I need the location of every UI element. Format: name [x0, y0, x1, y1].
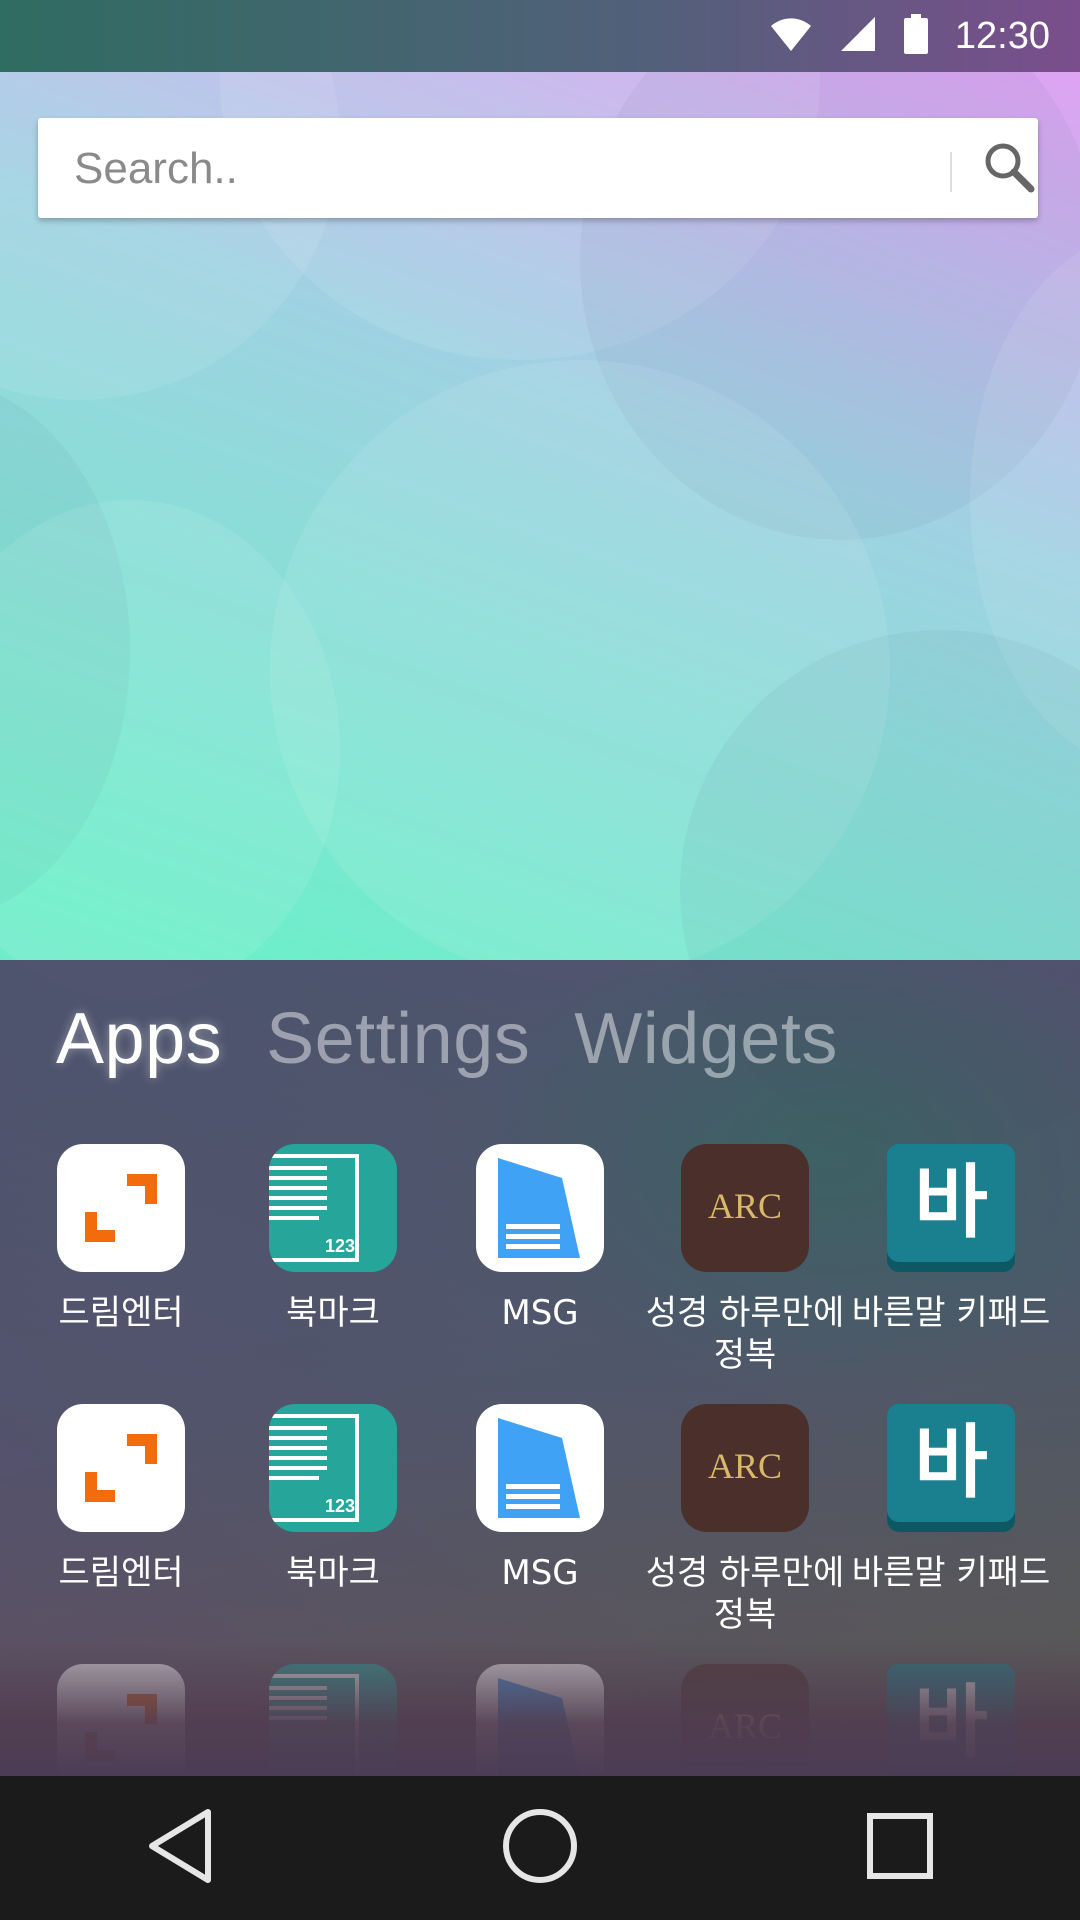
search-button[interactable] — [978, 138, 1038, 198]
signal-icon — [839, 15, 877, 57]
app-label: MSG — [501, 1293, 579, 1333]
back-button[interactable] — [120, 1788, 240, 1908]
search-bar[interactable] — [38, 118, 1038, 218]
arc-icon: ARC — [681, 1144, 809, 1272]
app-label: 북마크 — [286, 1293, 380, 1333]
bookmark-icon: 123 — [269, 1144, 397, 1272]
arc-icon: ARC — [681, 1664, 809, 1776]
search-divider — [950, 152, 952, 192]
app-label: 북마크 — [286, 1553, 380, 1593]
clock: 12:30 — [954, 14, 1050, 57]
app-bookmark[interactable]: 123 북마크 — [228, 1404, 438, 1594]
tab-apps[interactable]: Apps — [56, 998, 222, 1080]
app-msg[interactable]: MSG — [435, 1404, 645, 1594]
bareunmal-icon: 바 — [887, 1404, 1015, 1532]
app-msg[interactable] — [435, 1664, 645, 1776]
back-icon — [144, 1806, 216, 1890]
bareunmal-icon: 바 — [887, 1144, 1015, 1272]
wifi-icon — [769, 16, 813, 56]
svg-text:123: 123 — [325, 1496, 355, 1516]
svg-text:바: 바 — [914, 1156, 988, 1249]
status-bar: 12:30 — [0, 0, 1080, 72]
app-bareunmal[interactable]: 바 — [846, 1664, 1056, 1776]
app-bareunmal[interactable]: 바 바른말 키패드 — [846, 1404, 1056, 1594]
svg-text:바: 바 — [914, 1676, 988, 1769]
app-label: 성경 하루만에 정복 — [645, 1553, 845, 1635]
app-label: 바른말 키패드 — [851, 1293, 1051, 1333]
search-icon — [981, 139, 1035, 197]
msg-icon — [476, 1404, 604, 1532]
app-label: 바른말 키패드 — [851, 1553, 1051, 1593]
bookmark-icon: 123 — [269, 1404, 397, 1532]
app-label: 드림엔터 — [58, 1293, 184, 1333]
drawer-tabs: Apps Settings Widgets — [56, 998, 838, 1080]
app-dreamenter[interactable] — [16, 1664, 226, 1776]
tab-settings[interactable]: Settings — [266, 998, 530, 1080]
navigation-bar — [0, 1776, 1080, 1920]
recents-icon — [865, 1811, 935, 1885]
home-button[interactable] — [480, 1788, 600, 1908]
app-drawer: Apps Settings Widgets 드림엔터 123 북마크 MSG A… — [0, 960, 1080, 1776]
app-row: 드림엔터 123 북마크 MSG ARC 성경 하루만에 정복 바 바른말 키패… — [0, 1404, 1080, 1644]
msg-icon — [476, 1664, 604, 1776]
bookmark-icon — [269, 1664, 397, 1776]
app-bookmark[interactable]: 123 북마크 — [228, 1144, 438, 1334]
tab-widgets[interactable]: Widgets — [574, 998, 838, 1080]
dreamenter-icon — [57, 1144, 185, 1272]
app-row: 드림엔터 123 북마크 MSG ARC 성경 하루만에 정복 바 바른말 키패… — [0, 1144, 1080, 1384]
app-label: MSG — [501, 1553, 579, 1593]
svg-text:ARC: ARC — [708, 1706, 782, 1746]
recents-button[interactable] — [840, 1788, 960, 1908]
app-bible[interactable]: ARC — [640, 1664, 850, 1776]
app-msg[interactable]: MSG — [435, 1144, 645, 1334]
app-row: ARC 바 — [0, 1664, 1080, 1776]
svg-text:ARC: ARC — [708, 1446, 782, 1486]
battery-icon — [903, 14, 929, 58]
app-bareunmal[interactable]: 바 바른말 키패드 — [846, 1144, 1056, 1334]
dreamenter-icon — [57, 1404, 185, 1532]
app-bookmark[interactable] — [228, 1664, 438, 1776]
dreamenter-icon — [57, 1664, 185, 1776]
app-bible[interactable]: ARC 성경 하루만에 정복 — [640, 1404, 850, 1636]
app-dreamenter[interactable]: 드림엔터 — [16, 1404, 226, 1594]
svg-text:123: 123 — [325, 1236, 355, 1256]
app-label: 성경 하루만에 정복 — [645, 1293, 845, 1375]
svg-text:바: 바 — [914, 1416, 988, 1509]
msg-icon — [476, 1144, 604, 1272]
home-icon — [500, 1806, 580, 1890]
bareunmal-icon: 바 — [887, 1664, 1015, 1776]
app-bible[interactable]: ARC 성경 하루만에 정복 — [640, 1144, 850, 1376]
app-label: 드림엔터 — [58, 1553, 184, 1593]
svg-text:ARC: ARC — [708, 1186, 782, 1226]
app-dreamenter[interactable]: 드림엔터 — [16, 1144, 226, 1334]
search-input[interactable] — [72, 136, 916, 202]
arc-icon: ARC — [681, 1404, 809, 1532]
